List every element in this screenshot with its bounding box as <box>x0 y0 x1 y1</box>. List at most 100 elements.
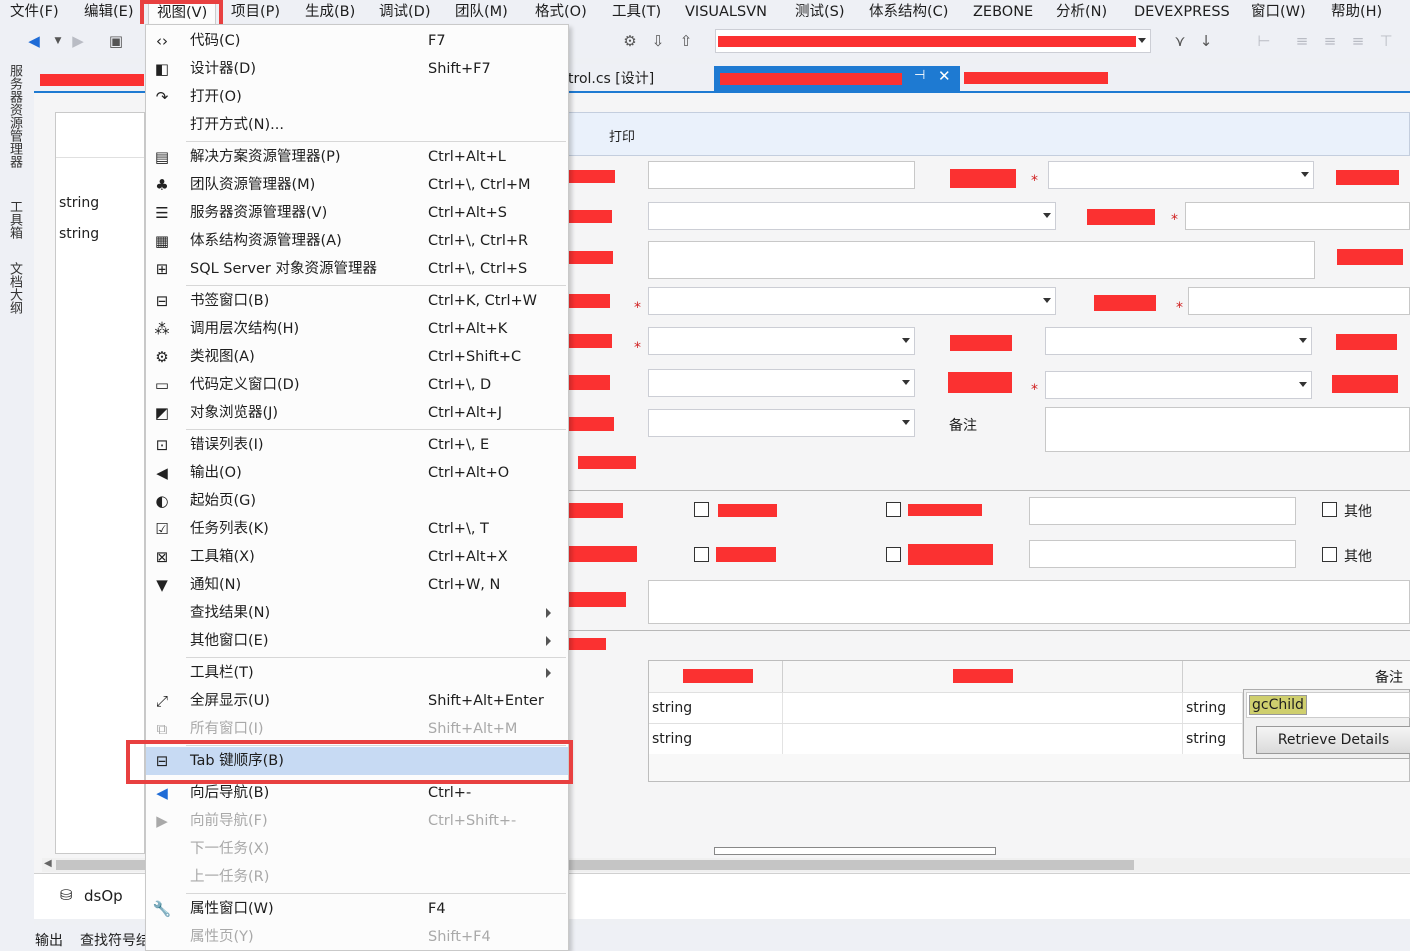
text-field[interactable] <box>1188 287 1410 315</box>
gcchild-field[interactable]: gcChild <box>1246 692 1410 718</box>
retrieve-details-button[interactable]: Retrieve Details <box>1256 726 1410 754</box>
view-menu-item[interactable]: ⊟ 书签窗口(B) Ctrl+K, Ctrl+W <box>146 287 568 315</box>
dropdown-field[interactable] <box>648 409 915 437</box>
checkbox[interactable] <box>886 547 901 562</box>
find-symbol-tab[interactable]: 查找符号结 <box>80 930 150 950</box>
menu-item[interactable]: 视图(V) <box>148 0 217 24</box>
checkbox-other[interactable] <box>1322 547 1337 562</box>
print-button[interactable]: 打印 <box>609 126 635 145</box>
align-justify-icon[interactable]: ≡ <box>1348 31 1368 51</box>
new-item-icon[interactable]: ▣ <box>106 31 126 51</box>
menu-item[interactable]: 窗口(W) <box>1243 1 1314 23</box>
tab-active-document[interactable]: ⊣ ✕ <box>714 66 960 92</box>
view-menu-item[interactable]: ☰ 服务器资源管理器(V) Ctrl+Alt+S <box>146 199 568 227</box>
checkbox[interactable] <box>694 502 709 517</box>
menu-item[interactable]: VISUALSVN <box>677 1 775 23</box>
dropdown-field[interactable] <box>648 327 915 355</box>
text-field[interactable] <box>648 161 915 189</box>
dropdown-field[interactable] <box>1045 371 1312 399</box>
view-menu-item[interactable]: 🔧 属性窗口(W) F4 <box>146 895 568 923</box>
view-menu-item[interactable]: ◩ 对象浏览器(J) Ctrl+Alt+J <box>146 399 568 427</box>
menu-item[interactable]: 编辑(E) <box>76 1 141 23</box>
menu-item[interactable]: 格式(O) <box>527 1 595 23</box>
back-icon[interactable]: ◀ <box>24 31 44 51</box>
view-menu-item[interactable]: ⊠ 工具箱(X) Ctrl+Alt+X <box>146 543 568 571</box>
grid-header-cell[interactable] <box>783 661 1183 692</box>
view-menu-item[interactable]: ⧉ 所有窗口(I) Shift+Alt+M <box>146 715 568 743</box>
tab-toolbox[interactable]: 工具箱 <box>7 200 24 239</box>
menu-item[interactable]: 测试(S) <box>787 1 853 23</box>
dropdown-field[interactable] <box>648 287 1056 315</box>
upload-icon[interactable]: ⇧ <box>676 31 696 51</box>
view-menu-item[interactable]: 下一任务(X) <box>146 835 568 863</box>
menu-item[interactable]: 工具(T) <box>604 1 669 23</box>
dropdown-field[interactable] <box>648 202 1056 230</box>
checkbox[interactable] <box>886 502 901 517</box>
output-tab[interactable]: 输出 <box>35 930 63 950</box>
menu-item[interactable]: 生成(B) <box>297 1 363 23</box>
view-menu-item[interactable]: ♣ 团队资源管理器(M) Ctrl+\, Ctrl+M <box>146 171 568 199</box>
view-menu-item[interactable]: ‹› 代码(C) F7 <box>146 27 568 55</box>
menu-item[interactable]: 调试(D) <box>371 1 438 23</box>
view-menu-item[interactable]: ↷ 打开(O) <box>146 83 568 111</box>
tab-designer[interactable]: trol.cs [设计] <box>568 68 654 92</box>
view-menu-item[interactable]: 属性页(Y) Shift+F4 <box>146 923 568 951</box>
menu-item[interactable]: 体系结构(C) <box>861 1 956 23</box>
download-icon[interactable]: ⇩ <box>648 31 668 51</box>
view-menu-item[interactable]: ◧ 设计器(D) Shift+F7 <box>146 55 568 83</box>
memo-field[interactable] <box>648 580 1410 624</box>
text-field[interactable] <box>1029 540 1296 568</box>
menu-item[interactable]: ZEBONE <box>965 1 1041 23</box>
memo-field[interactable] <box>648 241 1315 279</box>
merge-icon[interactable]: ⋎ <box>1170 31 1190 51</box>
view-menu-item[interactable]: ▤ 解决方案资源管理器(P) Ctrl+Alt+L <box>146 143 568 171</box>
view-menu-item[interactable]: 打开方式(N)... <box>146 111 568 139</box>
view-menu-item[interactable]: ⚙ 类视图(A) Ctrl+Shift+C <box>146 343 568 371</box>
view-menu-item[interactable]: ▭ 代码定义窗口(D) Ctrl+\, D <box>146 371 568 399</box>
view-menu-item[interactable]: ▼ 通知(N) Ctrl+W, N <box>146 571 568 599</box>
view-menu-item[interactable]: 其他窗口(E) <box>146 627 568 655</box>
view-menu-item[interactable]: ⊟ Tab 键顺序(B) <box>146 747 568 775</box>
view-menu-item[interactable]: ▦ 体系结构资源管理器(A) Ctrl+\, Ctrl+R <box>146 227 568 255</box>
checkbox[interactable] <box>694 547 709 562</box>
tray-item-dsop[interactable]: dsOp <box>84 887 123 905</box>
grid-header-cell[interactable] <box>649 661 783 692</box>
tab-document-outline[interactable]: 文档大纲 <box>7 262 24 314</box>
menu-item[interactable]: 团队(M) <box>447 1 516 23</box>
dropdown-field[interactable] <box>1048 161 1314 189</box>
text-field[interactable] <box>1185 202 1410 230</box>
view-menu-item[interactable]: ◐ 起始页(G) <box>146 487 568 515</box>
menu-item[interactable]: 项目(P) <box>223 1 288 23</box>
forward-icon[interactable]: ▶ <box>68 31 88 51</box>
dropdown-field[interactable] <box>1045 327 1312 355</box>
grid-header-cell[interactable]: 备注 <box>1183 661 1410 692</box>
menu-item[interactable]: 帮助(H) <box>1323 1 1390 23</box>
scroll-left-icon[interactable]: ◀ <box>44 858 52 869</box>
view-menu-item[interactable]: 上一任务(R) <box>146 863 568 891</box>
pull-icon[interactable]: ↓ <box>1196 31 1216 51</box>
view-menu-item[interactable]: ☑ 任务列表(K) Ctrl+\, T <box>146 515 568 543</box>
remark-field[interactable] <box>1045 407 1410 452</box>
view-menu-item[interactable]: ◀ 输出(O) Ctrl+Alt+O <box>146 459 568 487</box>
view-menu-item[interactable]: ▶ 向前导航(F) Ctrl+Shift+- <box>146 807 568 835</box>
dropdown-field[interactable] <box>648 369 915 397</box>
menu-item[interactable]: DEVEXPRESS <box>1126 1 1238 23</box>
align-right-icon[interactable]: ≡ <box>1320 31 1340 51</box>
mini-scrollbar[interactable] <box>714 847 996 855</box>
view-menu-item[interactable]: ⁂ 调用层次结构(H) Ctrl+Alt+K <box>146 315 568 343</box>
view-menu-item[interactable]: ◀ 向后导航(B) Ctrl+- <box>146 779 568 807</box>
menu-item[interactable]: 分析(N) <box>1048 1 1115 23</box>
menu-item[interactable]: 文件(F) <box>2 1 67 23</box>
close-icon[interactable]: ✕ <box>938 67 951 85</box>
tab-server-explorer[interactable]: 服务器资源管理器 <box>7 64 24 168</box>
view-menu-item[interactable]: 工具栏(T) <box>146 659 568 687</box>
align-left-icon[interactable]: ⊢ <box>1254 31 1274 51</box>
text-field[interactable] <box>1029 497 1296 525</box>
align-center-icon[interactable]: ≡ <box>1292 31 1312 51</box>
view-menu-item[interactable]: ⤢ 全屏显示(U) Shift+Alt+Enter <box>146 687 568 715</box>
view-menu-item[interactable]: 查找结果(N) <box>146 599 568 627</box>
view-menu-item[interactable]: ⊞ SQL Server 对象资源管理器 Ctrl+\, Ctrl+S <box>146 255 568 283</box>
pin-icon[interactable]: ⊣ <box>914 68 925 83</box>
back-dropdown-icon[interactable]: ▼ <box>48 31 68 51</box>
align-top-icon[interactable]: ⊤ <box>1376 31 1396 51</box>
